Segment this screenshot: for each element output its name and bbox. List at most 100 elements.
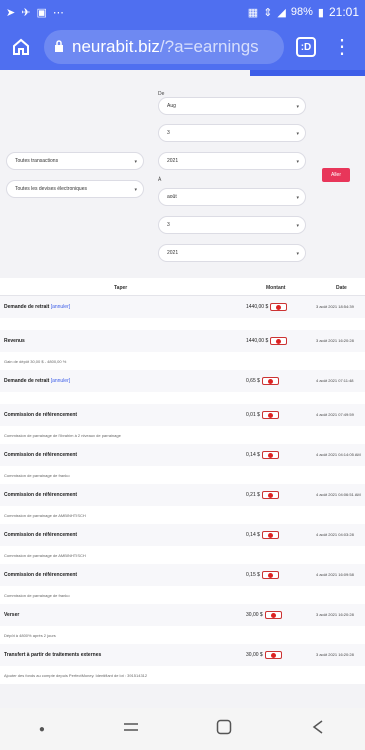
transaction-type-select[interactable]: Toutes transactions ▾ — [6, 152, 144, 170]
row-date: 4 août 2021 04:06:51 AM — [316, 492, 361, 497]
row-note: Gain de dépôt 30,00 $ - 4800,00 % — [0, 352, 365, 370]
chevron-down-icon: ▾ — [296, 104, 299, 110]
assistant-dot-icon[interactable]: ● — [39, 724, 45, 735]
date-filter-form: De Aug ▾ 3 ▾ Toutes transactions ▾ 2021 ▾ À … — [0, 76, 365, 276]
table-row: Commission de référencement 0,14 $ 4 août … — [0, 524, 365, 546]
table-row: Commission de référencement 0,01 $ 4 août … — [0, 404, 365, 426]
row-amount: 1440,00 $ — [246, 303, 288, 311]
header-date: Date — [336, 285, 347, 291]
row-note: Commission de parrainage de AMBINHTISCH — [0, 546, 365, 564]
to-year-select[interactable]: 2021 ▾ — [158, 244, 306, 262]
chevron-down-icon: ▾ — [296, 131, 299, 137]
row-amount: 0,21 $ — [246, 491, 279, 499]
row-date: 4 août 2021 04:14:05 AM — [316, 452, 361, 457]
row-amount: 0,65 $ — [246, 377, 279, 385]
row-type: Demande de retrait [annuler] — [4, 378, 71, 384]
row-amount: 1440,00 $ — [246, 337, 288, 345]
currency-icon — [261, 377, 279, 385]
back-icon[interactable] — [310, 719, 326, 740]
row-date: 4 août 2021 07:11:48 — [316, 378, 354, 383]
table-row: Demande de retrait [annuler] 1440,00 $ 3 a… — [0, 296, 365, 318]
row-note: Commission de parrainage de l'Ibrahim à … — [0, 426, 365, 444]
from-day-select[interactable]: 3 ▾ — [158, 124, 306, 142]
android-nav-bar: ● — [0, 708, 365, 750]
url-domain: neurabit.biz — [72, 37, 160, 56]
tabs-button[interactable]: :D — [296, 37, 316, 57]
status-bar: ➤ ✈ ▣ ⋯ ▦ ⇕ ◢ 98% ▮ 21:01 — [0, 0, 365, 24]
table-row: Commission de référencement 0,15 $ 4 août … — [0, 564, 365, 586]
to-month-select[interactable]: août ▾ — [158, 188, 306, 206]
table-row: Commission de référencement 0,14 $ 4 août … — [0, 444, 365, 466]
battery-icon: ▮ — [317, 6, 324, 19]
menu-icon[interactable]: ⋮ — [332, 37, 352, 57]
header-type: Taper — [114, 285, 128, 291]
currency-icon — [261, 451, 279, 459]
home-icon[interactable] — [8, 34, 34, 60]
image-icon: ▣ — [36, 6, 47, 19]
row-note: Dépôt à 4800% après 2 jours — [0, 626, 365, 644]
currency-icon — [261, 491, 279, 499]
row-amount: 30,00 $ — [246, 651, 282, 659]
row-amount: 0,15 $ — [246, 571, 279, 579]
go-button[interactable]: Aller — [322, 168, 350, 182]
row-amount: 0,14 $ — [246, 531, 279, 539]
row-date: 4 août 2021 04:03:28 — [316, 532, 354, 537]
from-month-select[interactable]: Aug ▾ — [158, 97, 306, 115]
row-spacer — [0, 318, 365, 330]
telegram-icon: ➤ — [6, 6, 16, 19]
row-type: Commission de référencement — [4, 412, 78, 418]
chevron-down-icon: ▾ — [296, 223, 299, 229]
table-header: Taper Montant Date — [0, 278, 365, 296]
row-note: Commission de parrainage de AMBINHTISCH — [0, 506, 365, 524]
row-type: Commission de référencement — [4, 532, 78, 538]
more-notifications-icon: ⋯ — [52, 6, 64, 19]
to-day-select[interactable]: 3 ▾ — [158, 216, 306, 234]
chevron-down-icon: ▾ — [134, 187, 137, 193]
row-spacer — [0, 392, 365, 404]
row-type: Commission de référencement — [4, 492, 78, 498]
to-label: À — [158, 177, 162, 183]
row-type: Verser — [4, 612, 20, 618]
cancel-link[interactable]: [annuler] — [51, 304, 70, 310]
row-note: Commission de parrainage de franko — [0, 586, 365, 604]
currency-icon — [264, 651, 282, 659]
row-note: Ajouter des fonds au compte depuis Perfe… — [0, 666, 365, 684]
row-date: 3 août 2021 18:54:39 — [316, 304, 354, 309]
chevron-down-icon: ▾ — [134, 159, 137, 165]
table-row: Transfert à partir de traitements extern… — [0, 644, 365, 666]
row-type: Revenus — [4, 338, 25, 344]
address-bar[interactable]: neurabit.biz/?a=earnings — [44, 30, 284, 64]
table-row: Revenus 1440,00 $ 3 août 2021 16:20:28 — [0, 330, 365, 352]
row-date: 4 août 2021 07:49:59 — [316, 412, 354, 417]
chevron-down-icon: ▾ — [296, 159, 299, 165]
row-date: 3 août 2021 16:20:28 — [316, 612, 354, 617]
lock-icon — [54, 37, 64, 57]
currency-select[interactable]: Toutes les devises électroniques ▾ — [6, 180, 144, 198]
screenshot-icon: ▦ — [247, 6, 259, 19]
row-date: 3 août 2021 16:20:28 — [316, 652, 354, 657]
browser-toolbar: neurabit.biz/?a=earnings :D ⋮ — [0, 24, 365, 70]
row-type: Demande de retrait [annuler] — [4, 304, 71, 310]
table-row: Verser 30,00 $ 3 août 2021 16:20:28 — [0, 604, 365, 626]
from-year-select[interactable]: 2021 ▾ — [158, 152, 306, 170]
vibrate-icon: ⇕ — [263, 6, 273, 19]
table-row: Commission de référencement 0,21 $ 4 août … — [0, 484, 365, 506]
currency-icon — [261, 531, 279, 539]
home-button-icon[interactable] — [216, 719, 232, 740]
header-amount: Montant — [266, 285, 286, 291]
currency-icon — [261, 411, 279, 419]
from-label: De — [158, 91, 165, 97]
row-note: Commission de parrainage de franko — [0, 466, 365, 484]
cancel-link[interactable]: [annuler] — [51, 378, 70, 384]
row-amount: 0,14 $ — [246, 451, 279, 459]
recents-icon[interactable] — [123, 720, 139, 739]
currency-icon — [261, 571, 279, 579]
earnings-table: Taper Montant Date Demande de retrait [a… — [0, 278, 365, 684]
currency-icon — [264, 611, 282, 619]
chevron-down-icon: ▾ — [296, 195, 299, 201]
row-type: Commission de référencement — [4, 572, 78, 578]
page-content: De Aug ▾ 3 ▾ Toutes transactions ▾ 2021 ▾ À … — [0, 70, 365, 708]
row-type: Transfert à partir de traitements extern… — [4, 652, 102, 658]
clock: 21:01 — [328, 5, 359, 19]
signal-icon: ◢ — [277, 6, 286, 19]
